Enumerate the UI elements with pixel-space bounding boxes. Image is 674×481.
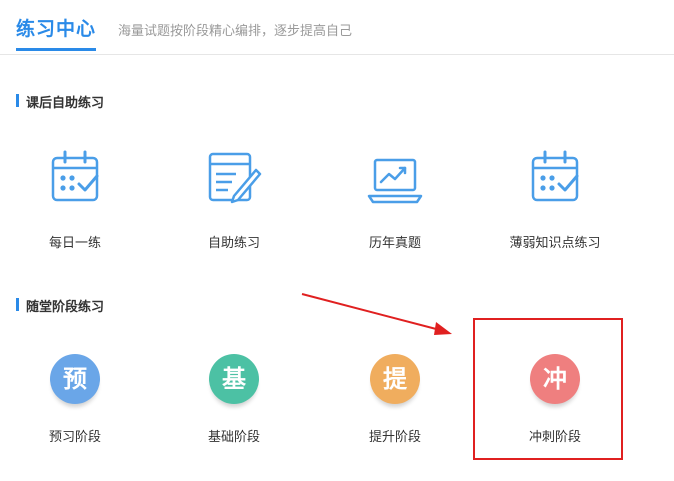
stage-improve[interactable]: 提 提升阶段 [335,354,455,445]
calendar-check-icon [531,150,579,202]
document-edit-icon [208,152,262,204]
page-title: 练习中心 [16,18,97,40]
practice-weak-points[interactable]: 薄弱知识点练习 [495,148,615,251]
basic-stage-icon: 基 [209,354,259,404]
page-subtitle: 海量试题按阶段精心编排，逐步提高自己 [118,24,353,39]
laptop-chart-icon [367,158,423,204]
practice-self[interactable]: 自助练习 [174,148,294,251]
page-header: 练习中心 海量试题按阶段精心编排，逐步提高自己 [0,0,674,55]
preview-stage-icon: 预 [50,354,100,404]
practice-past-exams-label: 历年真题 [368,236,421,251]
practice-weak-points-label: 薄弱知识点练习 [509,236,601,251]
practice-daily[interactable]: 每日一练 [15,148,135,251]
section-title-in-class: 随堂阶段练习 [16,296,104,315]
stage-improve-label: 提升阶段 [368,430,421,445]
practice-daily-label: 每日一练 [48,236,101,251]
stage-basic[interactable]: 基 基础阶段 [174,354,294,445]
title-underline [16,48,96,51]
stage-basic-label: 基础阶段 [207,430,260,445]
section-title-after-class: 课后自助练习 [16,92,104,111]
practice-past-exams[interactable]: 历年真题 [335,148,455,251]
improve-stage-icon: 提 [370,354,420,404]
stage-preview[interactable]: 预 预习阶段 [15,354,135,445]
stage-preview-label: 预习阶段 [48,430,101,445]
practice-self-label: 自助练习 [207,236,260,251]
highlight-box [473,318,623,460]
calendar-check-icon [51,150,99,202]
